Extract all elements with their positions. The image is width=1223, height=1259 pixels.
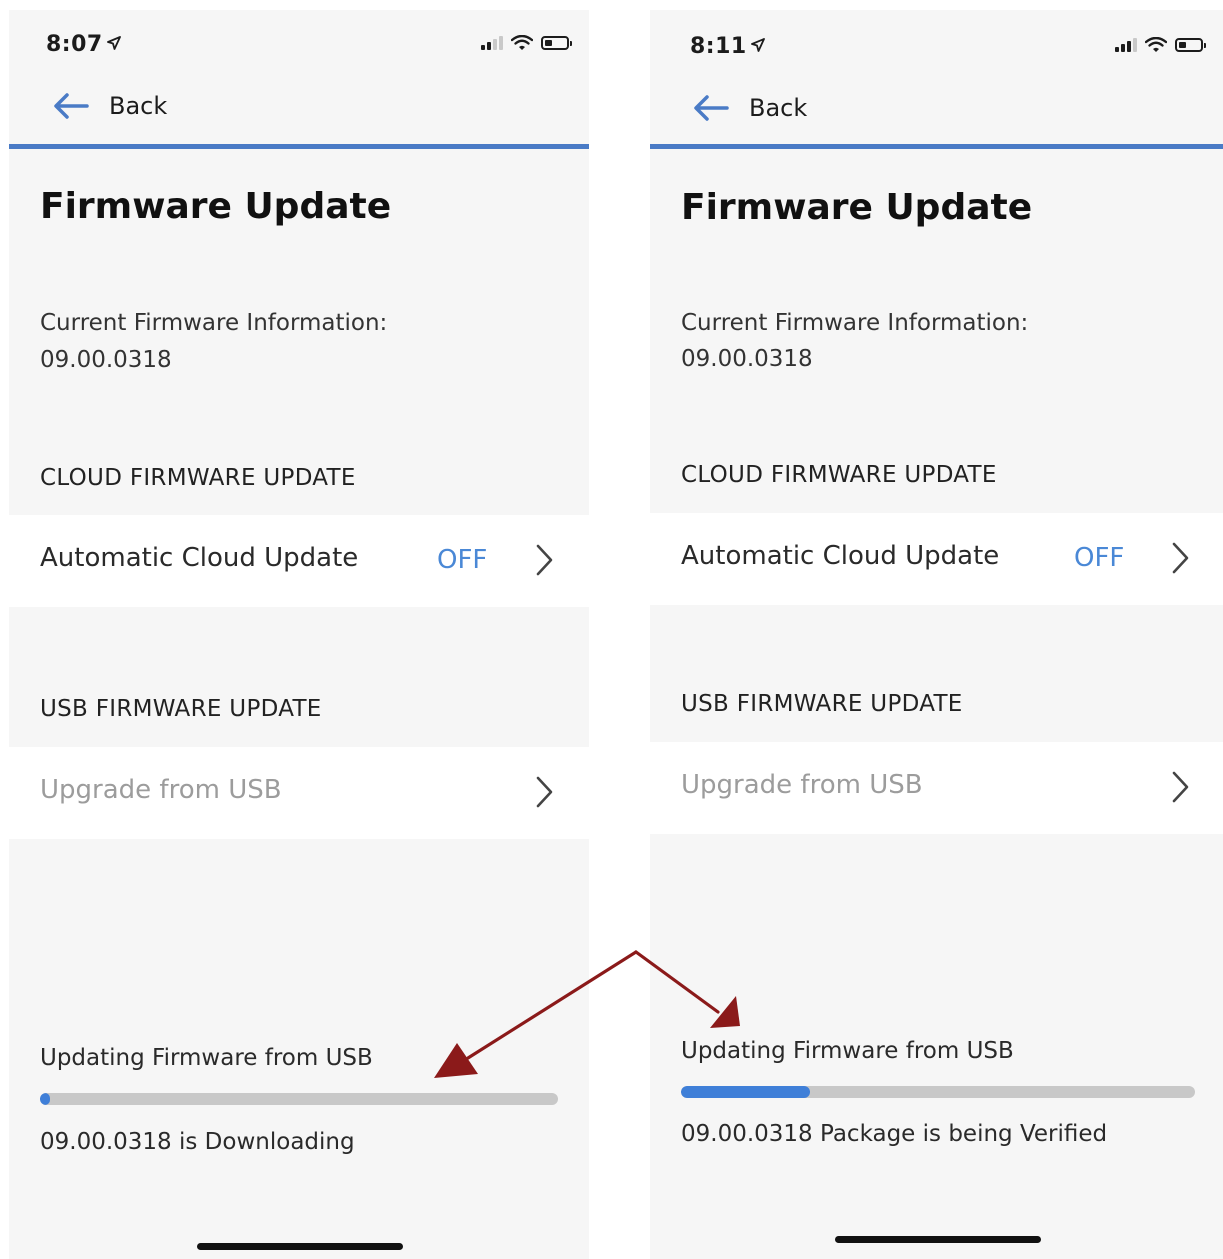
system-icons [481,35,572,51]
back-button[interactable]: Back [53,92,167,120]
current-firmware-version: 09.00.0318 [681,346,813,372]
progress-label: Updating Firmware from USB [40,1045,373,1071]
progress-status: 09.00.0318 is Downloading [40,1129,355,1155]
chevron-right-icon [536,776,553,808]
chevron-right-icon [1172,542,1189,574]
chevron-right-icon [536,544,553,576]
upgrade-from-usb-row[interactable]: Upgrade from USB [650,742,1223,834]
phone-screen-left: 8:07 Back Firmware Update Current Firmwa… [9,10,589,1259]
home-indicator [835,1236,1041,1243]
chevron-right-icon [1172,771,1189,803]
current-firmware-label: Current Firmware Information: [681,310,1029,336]
arrow-left-icon [694,95,729,121]
progress-label: Updating Firmware from USB [681,1038,1014,1064]
wifi-icon [1145,37,1167,52]
location-arrow-icon [106,36,121,50]
upgrade-from-usb-label: Upgrade from USB [681,770,923,800]
upgrade-from-usb-row[interactable]: Upgrade from USB [9,747,589,839]
upgrade-from-usb-label: Upgrade from USB [40,775,282,805]
progress-bar [681,1086,1195,1098]
usb-section-header: USB FIRMWARE UPDATE [40,696,322,722]
cloud-section-header: CLOUD FIRMWARE UPDATE [681,462,997,488]
phone-screen-right: 8:11 Back Firmware Update Current Firmwa… [650,10,1223,1259]
status-time: 8:11 [690,34,765,59]
progress-status: 09.00.0318 Package is being Verified [681,1121,1108,1147]
progress-bar-fill [681,1086,810,1098]
page-title: Firmware Update [40,186,392,227]
cellular-signal-icon [481,36,503,50]
home-indicator [197,1243,403,1250]
wifi-icon [511,35,533,50]
automatic-cloud-update-value: OFF [437,545,488,575]
page-title: Firmware Update [681,187,1033,228]
automatic-cloud-update-value: OFF [1074,543,1125,573]
status-bar: 8:11 [650,10,1223,80]
cellular-signal-icon [1115,38,1137,52]
status-bar: 8:07 [9,10,589,80]
location-arrow-icon [750,38,765,52]
back-button[interactable]: Back [693,94,807,122]
status-time: 8:07 [46,32,121,57]
back-label: Back [749,94,808,122]
progress-bar-fill [40,1093,51,1105]
current-firmware-version: 09.00.0318 [40,347,172,373]
automatic-cloud-update-row[interactable]: Automatic Cloud Update OFF [9,515,589,607]
arrow-left-icon [54,93,89,119]
back-label: Back [109,92,168,120]
cloud-section-header: CLOUD FIRMWARE UPDATE [40,465,356,491]
nav-bar: Back [650,80,1223,149]
automatic-cloud-update-label: Automatic Cloud Update [681,541,1000,571]
usb-section-header: USB FIRMWARE UPDATE [681,691,963,717]
battery-icon [541,36,572,50]
battery-icon [1175,38,1206,52]
automatic-cloud-update-label: Automatic Cloud Update [40,543,359,573]
system-icons [1115,37,1206,53]
current-firmware-label: Current Firmware Information: [40,310,388,336]
automatic-cloud-update-row[interactable]: Automatic Cloud Update OFF [650,513,1223,605]
nav-bar: Back [9,80,589,149]
progress-bar [40,1093,558,1105]
